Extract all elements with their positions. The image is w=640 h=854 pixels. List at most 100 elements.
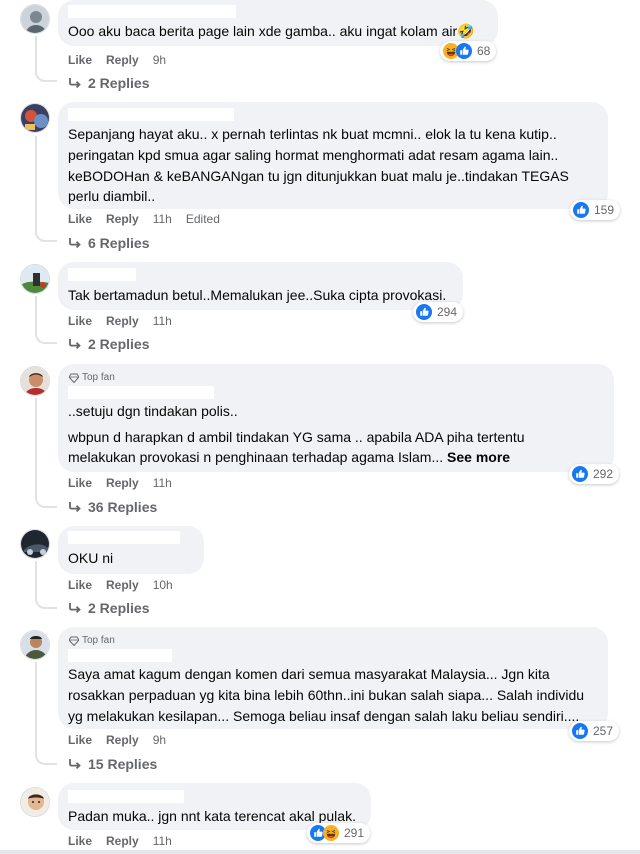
thread-line xyxy=(35,36,37,72)
thread-line xyxy=(35,662,37,755)
like-button[interactable]: Like xyxy=(68,834,92,848)
timestamp[interactable]: 11h xyxy=(153,834,172,848)
reaction-summary[interactable]: 257 xyxy=(569,721,620,741)
commenter-name[interactable] xyxy=(68,268,136,281)
reply-arrow-icon xyxy=(69,759,81,770)
comment-text-line: Sepanjang hayat aku.. x pernah terlintas… xyxy=(68,126,557,142)
replies-label: 15 Replies xyxy=(88,756,158,772)
reply-arrow-icon xyxy=(69,339,81,350)
timestamp[interactable]: 10h xyxy=(153,578,173,592)
reaction-summary[interactable]: 159 xyxy=(570,200,621,220)
reaction-summary[interactable]: 294 xyxy=(413,302,464,322)
comment-text-line: melakukan provokasi n penghinaan terhada… xyxy=(68,447,510,467)
thread-curve xyxy=(35,599,57,609)
view-replies-button[interactable]: 2 Replies xyxy=(68,75,149,91)
avatar[interactable] xyxy=(20,264,50,294)
thread-curve xyxy=(35,498,57,508)
like-icon xyxy=(572,466,588,482)
comment-actions: Like Reply 11h Edited xyxy=(68,212,234,226)
replies-label: 2 Replies xyxy=(88,336,150,352)
avatar[interactable] xyxy=(20,787,50,817)
bottom-divider xyxy=(0,850,640,854)
reply-arrow-icon xyxy=(69,238,81,249)
like-button[interactable]: Like xyxy=(68,212,92,226)
edited-label: Edited xyxy=(185,212,220,226)
like-button[interactable]: Like xyxy=(68,476,92,490)
like-button[interactable]: Like xyxy=(68,733,92,747)
reaction-count: 257 xyxy=(593,724,614,738)
timestamp[interactable]: 9h xyxy=(153,53,166,67)
comment-text-line: wbpun d harapkan d ambil tindakan YG sam… xyxy=(68,429,525,445)
comments-feed: Ooo aku baca berita page lain xde gamba.… xyxy=(0,0,640,854)
diamond-icon xyxy=(69,636,79,646)
commenter-name[interactable] xyxy=(68,5,236,18)
reply-arrow-icon xyxy=(69,502,81,513)
comment-text-line: yg melakukan kesilapan... Semoga beliau … xyxy=(68,708,580,724)
reaction-summary[interactable]: 291 xyxy=(307,823,371,843)
reaction-count: 294 xyxy=(437,305,458,319)
reply-button[interactable]: Reply xyxy=(106,212,139,226)
timestamp[interactable]: 11h xyxy=(153,476,172,490)
see-more-link[interactable]: See more xyxy=(447,449,510,465)
like-button[interactable]: Like xyxy=(68,314,92,328)
thread-curve xyxy=(35,232,57,242)
commenter-name[interactable] xyxy=(68,649,172,662)
top-fan-label: Top fan xyxy=(82,372,115,383)
like-icon xyxy=(572,723,588,739)
avatar[interactable] xyxy=(20,4,50,34)
reaction-count: 159 xyxy=(594,203,615,217)
comment-text-line: Ooo aku baca berita page lain xde gamba.… xyxy=(68,23,475,39)
view-replies-button[interactable]: 15 Replies xyxy=(68,756,157,772)
reply-button[interactable]: Reply xyxy=(106,834,139,848)
timestamp[interactable]: 11h xyxy=(153,314,172,328)
reaction-count: 292 xyxy=(593,467,614,481)
commenter-name[interactable] xyxy=(68,531,180,544)
thread-line xyxy=(35,136,37,232)
view-replies-button[interactable]: 2 Replies xyxy=(68,600,149,616)
commenter-name[interactable] xyxy=(68,386,214,399)
like-button[interactable]: Like xyxy=(68,53,92,67)
diamond-icon xyxy=(69,373,79,383)
haha-icon xyxy=(323,825,339,841)
comment-text-fragment: melakukan provokasi n penghinaan terhada… xyxy=(68,449,444,465)
replies-label: 6 Replies xyxy=(88,235,150,251)
reply-button[interactable]: Reply xyxy=(106,314,139,328)
comment-text-line: OKU ni xyxy=(68,550,114,566)
thread-curve xyxy=(35,334,57,344)
reply-button[interactable]: Reply xyxy=(106,733,139,747)
like-icon xyxy=(456,43,472,59)
reply-button[interactable]: Reply xyxy=(106,53,139,67)
timestamp[interactable]: 9h xyxy=(153,733,166,747)
comment-text-line: perlu diambil.. xyxy=(68,188,156,204)
reaction-count: 68 xyxy=(477,44,491,58)
view-replies-button[interactable]: 2 Replies xyxy=(68,336,149,352)
like-icon xyxy=(573,202,589,218)
reply-button[interactable]: Reply xyxy=(106,578,139,592)
timestamp[interactable]: 11h xyxy=(153,212,172,226)
avatar[interactable] xyxy=(20,366,50,396)
reaction-summary[interactable]: 292 xyxy=(569,464,620,484)
comment-actions: Like Reply 11h xyxy=(68,834,186,848)
avatar[interactable] xyxy=(20,103,50,133)
avatar[interactable] xyxy=(20,529,50,559)
like-icon xyxy=(416,304,432,320)
commenter-name[interactable] xyxy=(68,790,184,803)
thread-line xyxy=(35,561,37,599)
commenter-name[interactable] xyxy=(68,108,234,121)
reaction-summary[interactable]: 68 xyxy=(440,41,497,61)
view-replies-button[interactable]: 36 Replies xyxy=(68,499,157,515)
view-replies-button[interactable]: 6 Replies xyxy=(68,235,149,251)
replies-label: 2 Replies xyxy=(88,600,150,616)
thread-curve xyxy=(35,72,57,82)
thread-line xyxy=(35,398,37,498)
avatar[interactable] xyxy=(20,630,50,660)
comment-text-line: peringatan kpd smua agar saling hormat m… xyxy=(68,147,559,163)
top-fan-badge: Top fan xyxy=(69,635,115,646)
thread-curve xyxy=(35,755,57,765)
comment-text-line: Tak bertamadun betul..Memalukan jee..Suk… xyxy=(68,287,447,303)
comment-text-line: keBODOHan & keBANGANgan tu jgn ditunjukk… xyxy=(68,168,569,184)
like-button[interactable]: Like xyxy=(68,578,92,592)
thread-line xyxy=(35,296,37,334)
reply-button[interactable]: Reply xyxy=(106,476,139,490)
comment-actions: Like Reply 9h xyxy=(68,733,180,747)
